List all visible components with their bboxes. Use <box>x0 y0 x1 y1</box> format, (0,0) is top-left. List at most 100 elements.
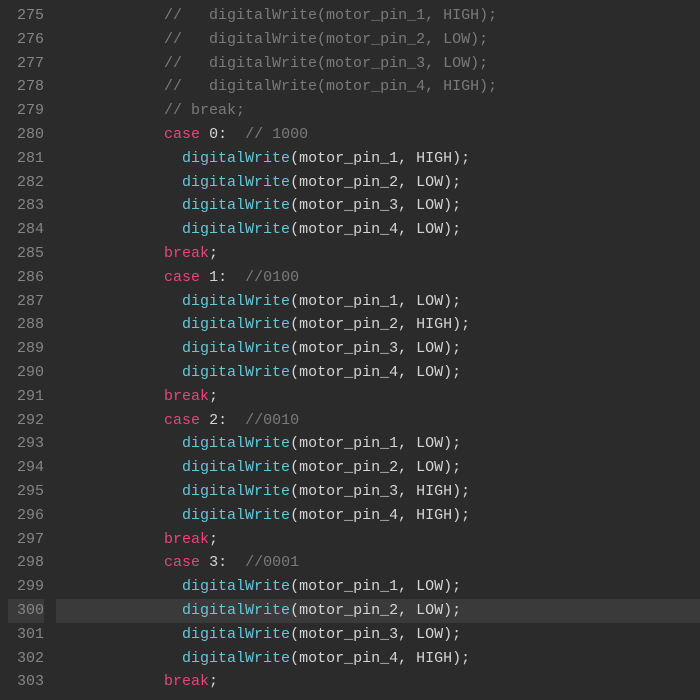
case-number: 3 <box>209 554 218 571</box>
function-name: digitalWrite <box>182 174 290 191</box>
line-number-gutter: 2752762772782792802812822832842852862872… <box>0 0 56 700</box>
code-area[interactable]: // digitalWrite(motor_pin_1, HIGH); // d… <box>56 0 700 700</box>
semicolon-token: ; <box>209 531 218 548</box>
function-name: digitalWrite <box>182 507 290 524</box>
code-line[interactable]: // break; <box>56 99 700 123</box>
line-number: 296 <box>8 504 44 528</box>
code-line[interactable]: case 3: //0001 <box>56 551 700 575</box>
arg-identifier: motor_pin_1 <box>299 578 398 595</box>
comma-token: , <box>398 174 416 191</box>
paren-close: ); <box>452 483 470 500</box>
arg-constant: LOW <box>416 578 443 595</box>
line-number: 298 <box>8 551 44 575</box>
code-line[interactable]: digitalWrite(motor_pin_3, LOW); <box>56 623 700 647</box>
paren-close: ); <box>452 507 470 524</box>
arg-identifier: motor_pin_4 <box>299 364 398 381</box>
code-line[interactable]: digitalWrite(motor_pin_1, LOW); <box>56 290 700 314</box>
code-line[interactable]: digitalWrite(motor_pin_4, LOW); <box>56 361 700 385</box>
function-name: digitalWrite <box>182 150 290 167</box>
line-number: 289 <box>8 337 44 361</box>
code-line[interactable]: case 0: // 1000 <box>56 123 700 147</box>
code-line[interactable]: digitalWrite(motor_pin_3, LOW); <box>56 194 700 218</box>
colon-token: : <box>218 126 227 143</box>
comma-token: , <box>398 483 416 500</box>
paren-close: ); <box>443 459 461 476</box>
code-line[interactable]: case 2: //0010 <box>56 409 700 433</box>
line-number: 286 <box>8 266 44 290</box>
code-line[interactable]: case 1: //0100 <box>56 266 700 290</box>
line-number: 280 <box>8 123 44 147</box>
line-number: 300 <box>8 599 44 623</box>
code-line[interactable]: digitalWrite(motor_pin_1, LOW); <box>56 575 700 599</box>
code-line[interactable]: // digitalWrite(motor_pin_1, HIGH); <box>56 4 700 28</box>
arg-identifier: motor_pin_2 <box>299 602 398 619</box>
code-line[interactable]: digitalWrite(motor_pin_1, HIGH); <box>56 147 700 171</box>
paren-open: ( <box>290 483 299 500</box>
semicolon-token: ; <box>209 673 218 690</box>
colon-token: : <box>218 269 227 286</box>
colon-token: : <box>218 554 227 571</box>
code-editor[interactable]: 2752762772782792802812822832842852862872… <box>0 0 700 700</box>
paren-open: ( <box>290 340 299 357</box>
paren-close: ); <box>443 364 461 381</box>
code-line[interactable]: digitalWrite(motor_pin_2, LOW); <box>56 456 700 480</box>
code-line[interactable]: // digitalWrite(motor_pin_2, LOW); <box>56 28 700 52</box>
colon-token: : <box>218 412 227 429</box>
paren-close: ); <box>443 174 461 191</box>
line-number: 293 <box>8 432 44 456</box>
code-line[interactable]: digitalWrite(motor_pin_4, LOW); <box>56 218 700 242</box>
function-name: digitalWrite <box>182 578 290 595</box>
line-number: 297 <box>8 528 44 552</box>
arg-identifier: motor_pin_4 <box>299 507 398 524</box>
line-number: 275 <box>8 4 44 28</box>
function-name: digitalWrite <box>182 221 290 238</box>
arg-constant: LOW <box>416 602 443 619</box>
code-line[interactable]: // digitalWrite(motor_pin_3, LOW); <box>56 52 700 76</box>
comma-token: , <box>398 578 416 595</box>
line-number: 284 <box>8 218 44 242</box>
keyword-break: break <box>164 388 209 405</box>
code-line[interactable]: digitalWrite(motor_pin_2, HIGH); <box>56 313 700 337</box>
paren-close: ); <box>443 626 461 643</box>
arg-constant: LOW <box>416 435 443 452</box>
code-line[interactable]: digitalWrite(motor_pin_1, LOW); <box>56 432 700 456</box>
paren-open: ( <box>290 150 299 167</box>
code-line[interactable]: break; <box>56 385 700 409</box>
paren-close: ); <box>443 293 461 310</box>
paren-open: ( <box>290 507 299 524</box>
arg-identifier: motor_pin_2 <box>299 316 398 333</box>
code-line[interactable]: // digitalWrite(motor_pin_4, HIGH); <box>56 75 700 99</box>
line-number: 292 <box>8 409 44 433</box>
comma-token: , <box>398 364 416 381</box>
comma-token: , <box>398 602 416 619</box>
function-name: digitalWrite <box>182 293 290 310</box>
keyword-case: case <box>164 412 200 429</box>
comment-token: // 1000 <box>245 126 308 143</box>
code-line[interactable]: digitalWrite(motor_pin_3, LOW); <box>56 337 700 361</box>
function-name: digitalWrite <box>182 626 290 643</box>
arg-constant: LOW <box>416 197 443 214</box>
paren-open: ( <box>290 221 299 238</box>
paren-open: ( <box>290 626 299 643</box>
case-number: 1 <box>209 269 218 286</box>
code-line[interactable]: break; <box>56 528 700 552</box>
code-line[interactable]: digitalWrite(motor_pin_2, LOW); <box>56 171 700 195</box>
function-name: digitalWrite <box>182 340 290 357</box>
paren-open: ( <box>290 293 299 310</box>
paren-close: ); <box>452 150 470 167</box>
code-line[interactable]: digitalWrite(motor_pin_2, LOW); <box>56 599 700 623</box>
line-number: 295 <box>8 480 44 504</box>
line-number: 281 <box>8 147 44 171</box>
comma-token: , <box>398 340 416 357</box>
code-line[interactable]: break; <box>56 670 700 694</box>
arg-constant: HIGH <box>416 483 452 500</box>
comma-token: , <box>398 459 416 476</box>
function-name: digitalWrite <box>182 650 290 667</box>
comma-token: , <box>398 435 416 452</box>
code-line[interactable]: break; <box>56 242 700 266</box>
code-line[interactable]: digitalWrite(motor_pin_3, HIGH); <box>56 480 700 504</box>
line-number: 290 <box>8 361 44 385</box>
code-line[interactable]: digitalWrite(motor_pin_4, HIGH); <box>56 504 700 528</box>
code-line[interactable]: digitalWrite(motor_pin_4, HIGH); <box>56 647 700 671</box>
paren-close: ); <box>443 197 461 214</box>
